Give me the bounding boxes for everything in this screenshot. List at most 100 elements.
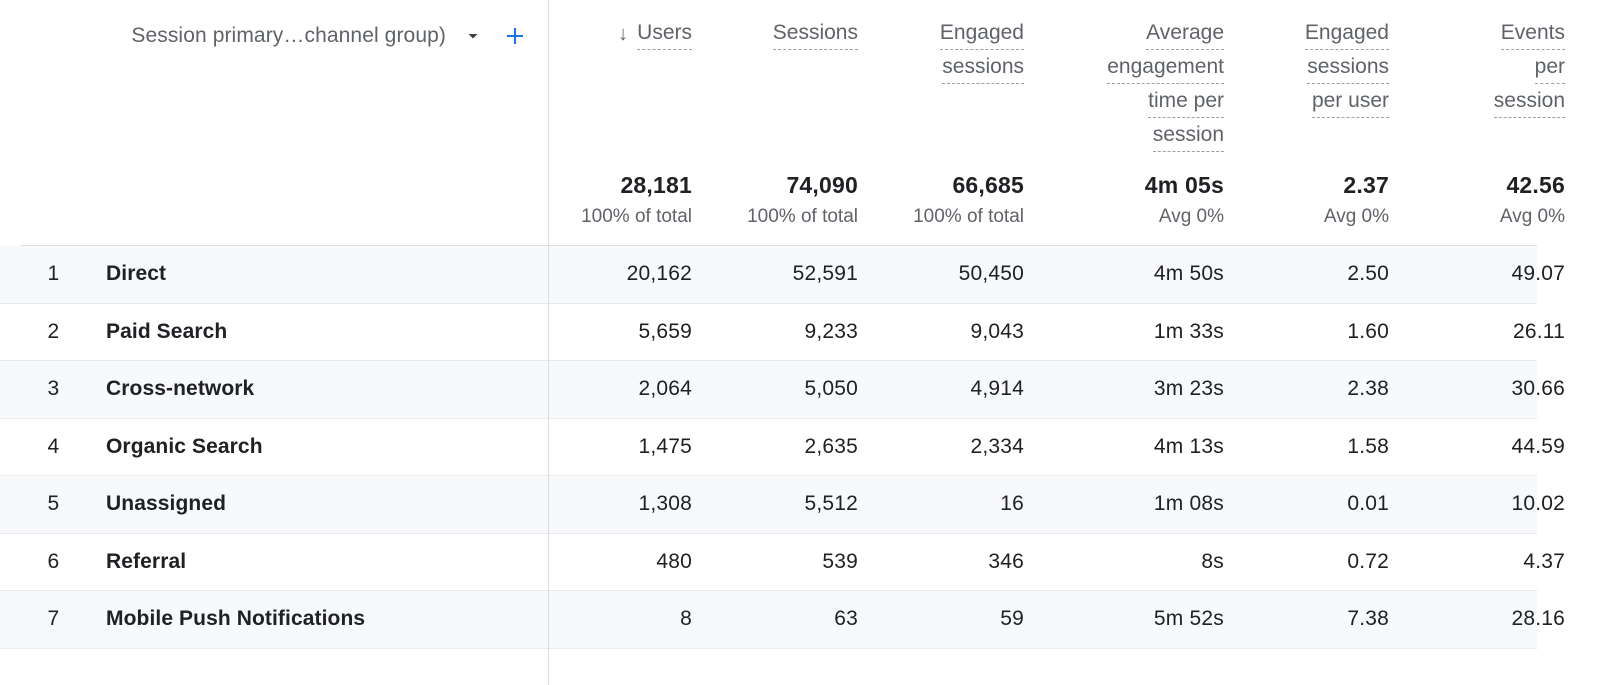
cell-engaged-sessions-per-user: 0.01: [1245, 492, 1410, 516]
dimension-metric-divider: [548, 0, 549, 685]
cell-users: 2,064: [548, 377, 713, 401]
cell-engaged-sessions: 2,334: [879, 435, 1045, 459]
cell-sessions: 63: [713, 607, 879, 631]
cell-engaged-sessions-per-user: 2.38: [1245, 377, 1410, 401]
column-header-line: session: [1153, 119, 1224, 152]
metric-column-headers: ↓ Users Sessions Engaged sessions Averag…: [548, 0, 1537, 160]
column-header-line: per user: [1312, 85, 1389, 118]
add-dimension-button[interactable]: [498, 20, 532, 52]
column-header-line: session: [1494, 85, 1565, 118]
row-rank: 2: [21, 320, 86, 344]
column-header-sessions[interactable]: Sessions: [713, 0, 879, 51]
row-dimension[interactable]: Unassigned: [86, 492, 548, 516]
cell-engaged-sessions-per-user: 2.50: [1245, 262, 1410, 286]
column-header-engaged-sessions[interactable]: Engaged sessions: [879, 0, 1045, 85]
row-dimension[interactable]: Mobile Push Notifications: [86, 607, 548, 631]
column-header-line: Users: [637, 17, 692, 50]
column-header-line: sessions: [1307, 51, 1389, 84]
cell-avg-engagement-time: 4m 50s: [1045, 262, 1245, 286]
row-rank: 4: [21, 435, 86, 459]
row-dimension[interactable]: Direct: [86, 262, 548, 286]
cell-events-per-session: 28.16: [1410, 607, 1586, 631]
cell-events-per-session: 4.37: [1410, 550, 1586, 574]
total-value: 66,685: [952, 170, 1024, 200]
cell-events-per-session: 26.11: [1410, 320, 1586, 344]
column-header-line: time per: [1148, 85, 1224, 118]
row-dimension[interactable]: Cross-network: [86, 377, 548, 401]
total-value: 4m 05s: [1145, 170, 1224, 200]
row-rank: 5: [21, 492, 86, 516]
total-subtext: Avg 0%: [1500, 202, 1565, 231]
cell-users: 8: [548, 607, 713, 631]
cell-avg-engagement-time: 3m 23s: [1045, 377, 1245, 401]
report-table: Session primary…channel group) ↓ Users: [0, 0, 1600, 685]
totals-row: 28,181 100% of total 74,090 100% of tota…: [548, 160, 1537, 246]
cell-users: 5,659: [548, 320, 713, 344]
total-subtext: 100% of total: [581, 202, 692, 231]
table-row[interactable]: 6 Referral 480 539 346 8s 0.72 4.37: [0, 534, 1537, 592]
cell-users: 1,308: [548, 492, 713, 516]
cell-engaged-sessions-per-user: 0.72: [1245, 550, 1410, 574]
cell-avg-engagement-time: 1m 08s: [1045, 492, 1245, 516]
row-dimension[interactable]: Referral: [86, 550, 548, 574]
table-row[interactable]: 3 Cross-network 2,064 5,050 4,914 3m 23s…: [0, 361, 1537, 419]
column-header-line: Engaged: [940, 17, 1024, 50]
cell-engaged-sessions: 59: [879, 607, 1045, 631]
cell-sessions: 539: [713, 550, 879, 574]
cell-engaged-sessions-per-user: 1.60: [1245, 320, 1410, 344]
column-header-line: Average: [1146, 17, 1224, 50]
cell-avg-engagement-time: 1m 33s: [1045, 320, 1245, 344]
cell-sessions: 52,591: [713, 262, 879, 286]
table-row[interactable]: 1 Direct 20,162 52,591 50,450 4m 50s 2.5…: [0, 246, 1537, 304]
cell-events-per-session: 44.59: [1410, 435, 1586, 459]
cell-avg-engagement-time: 8s: [1045, 550, 1245, 574]
cell-engaged-sessions-per-user: 1.58: [1245, 435, 1410, 459]
arrow-down-icon: ↓: [618, 19, 628, 50]
total-cell-average-engagement-time: 4m 05s Avg 0%: [1045, 160, 1245, 231]
column-header-line: sessions: [942, 51, 1024, 84]
column-header-users[interactable]: ↓ Users: [548, 0, 713, 51]
dimension-selector-label[interactable]: Session primary…channel group): [131, 24, 446, 48]
cell-engaged-sessions: 16: [879, 492, 1045, 516]
table-row[interactable]: 7 Mobile Push Notifications 8 63 59 5m 5…: [0, 591, 1537, 649]
table-row[interactable]: 5 Unassigned 1,308 5,512 16 1m 08s 0.01 …: [0, 476, 1537, 534]
column-header-line: engagement: [1107, 51, 1224, 84]
row-rank: 3: [21, 377, 86, 401]
cell-events-per-session: 49.07: [1410, 262, 1586, 286]
column-header-line: Engaged: [1305, 17, 1389, 50]
row-dimension[interactable]: Organic Search: [86, 435, 548, 459]
cell-engaged-sessions: 346: [879, 550, 1045, 574]
cell-users: 20,162: [548, 262, 713, 286]
total-value: 74,090: [786, 170, 858, 200]
column-header-events-per-session[interactable]: Events per session: [1410, 0, 1586, 119]
column-header-line: Events: [1501, 17, 1565, 50]
table-row[interactable]: 4 Organic Search 1,475 2,635 2,334 4m 13…: [0, 419, 1537, 477]
column-header-engaged-sessions-per-user[interactable]: Engaged sessions per user: [1245, 0, 1410, 119]
chevron-down-icon[interactable]: [456, 21, 490, 51]
cell-events-per-session: 30.66: [1410, 377, 1586, 401]
total-cell-sessions: 74,090 100% of total: [713, 160, 879, 231]
column-header-line: per: [1535, 51, 1565, 84]
total-subtext: Avg 0%: [1159, 202, 1224, 231]
cell-sessions: 5,512: [713, 492, 879, 516]
total-subtext: Avg 0%: [1324, 202, 1389, 231]
cell-avg-engagement-time: 5m 52s: [1045, 607, 1245, 631]
cell-events-per-session: 10.02: [1410, 492, 1586, 516]
total-value: 28,181: [620, 170, 692, 200]
cell-engaged-sessions: 4,914: [879, 377, 1045, 401]
cell-sessions: 5,050: [713, 377, 879, 401]
table-body: 1 Direct 20,162 52,591 50,450 4m 50s 2.5…: [0, 246, 1537, 649]
cell-avg-engagement-time: 4m 13s: [1045, 435, 1245, 459]
table-row[interactable]: 2 Paid Search 5,659 9,233 9,043 1m 33s 1…: [0, 304, 1537, 362]
row-dimension[interactable]: Paid Search: [86, 320, 548, 344]
cell-engaged-sessions: 50,450: [879, 262, 1045, 286]
column-header-average-engagement-time-per-session[interactable]: Average engagement time per session: [1045, 0, 1245, 153]
total-value: 2.37: [1343, 170, 1389, 200]
cell-sessions: 2,635: [713, 435, 879, 459]
total-subtext: 100% of total: [913, 202, 1024, 231]
total-subtext: 100% of total: [747, 202, 858, 231]
row-rank: 7: [21, 607, 86, 631]
dimension-column-header: Session primary…channel group): [0, 0, 548, 160]
cell-users: 480: [548, 550, 713, 574]
table-header: Session primary…channel group) ↓ Users: [0, 0, 1537, 246]
